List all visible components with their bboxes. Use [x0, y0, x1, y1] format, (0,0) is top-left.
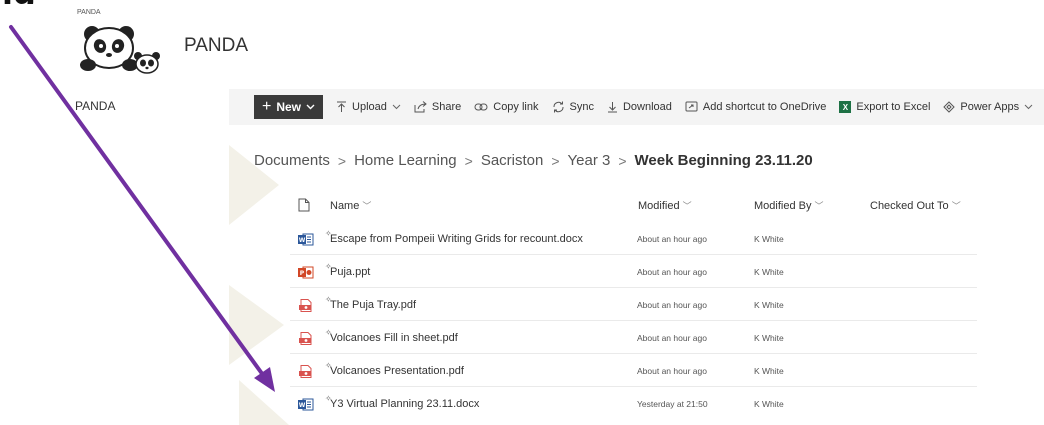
- file-row[interactable]: ✧ The Puja Tray.pdf About an hour ago K …: [290, 288, 977, 321]
- file-modified-by[interactable]: K White: [754, 300, 784, 310]
- pdf-file-icon: [299, 299, 312, 312]
- site-small-label: PANDA: [77, 9, 101, 16]
- file-modified-by[interactable]: K White: [754, 366, 784, 376]
- breadcrumb-separator: >: [618, 152, 627, 169]
- command-bar: + New Upload Share Copy link Sync Downlo…: [229, 89, 1044, 125]
- svg-text:W: W: [299, 402, 306, 409]
- export-excel-label: Export to Excel: [856, 101, 931, 113]
- site-title[interactable]: PANDA: [184, 35, 248, 57]
- power-apps-label: Power Apps: [960, 101, 1020, 113]
- breadcrumb-current-folder: Week Beginning 23.11.20: [634, 152, 813, 169]
- breadcrumb-home-learning[interactable]: Home Learning: [354, 152, 457, 169]
- new-button-label: New: [276, 100, 302, 114]
- file-row[interactable]: W ✧ Escape from Pompeii Writing Grids fo…: [290, 222, 977, 255]
- word-file-icon: W: [298, 233, 314, 246]
- file-name[interactable]: The Puja Tray.pdf: [330, 299, 416, 311]
- file-name[interactable]: Y3 Virtual Planning 23.11.docx: [330, 398, 479, 410]
- leftnav-item-panda[interactable]: PANDA: [75, 99, 115, 113]
- add-shortcut-button[interactable]: Add shortcut to OneDrive: [685, 101, 827, 113]
- column-header-row: Name ﹀ Modified ﹀ Modified By ﹀ Checked Out…: [290, 195, 1010, 217]
- download-label: Download: [622, 101, 672, 113]
- panda-logo[interactable]: [74, 18, 174, 74]
- add-shortcut-label: Add shortcut to OneDrive: [702, 101, 827, 113]
- shortcut-icon: [685, 101, 698, 112]
- sync-label: Sync: [569, 101, 594, 113]
- file-row[interactable]: ✧ Volcanoes Presentation.pdf About an ho…: [290, 354, 977, 387]
- svg-text:P: P: [300, 270, 305, 277]
- file-name[interactable]: Volcanoes Presentation.pdf: [330, 365, 464, 377]
- file-modified: About an hour ago: [637, 234, 707, 244]
- upload-label: Upload: [352, 101, 387, 113]
- share-icon: [414, 101, 427, 113]
- file-modified-by[interactable]: K White: [754, 333, 784, 343]
- left-navigation: PANDA: [75, 99, 115, 113]
- file-modified-by[interactable]: K White: [754, 267, 784, 277]
- breadcrumb-separator: >: [337, 152, 347, 169]
- breadcrumb-separator: >: [464, 152, 473, 169]
- share-button[interactable]: Share: [414, 101, 461, 113]
- svg-text:W: W: [299, 237, 306, 244]
- file-modified: About an hour ago: [637, 333, 707, 343]
- file-modified: About an hour ago: [637, 366, 707, 376]
- file-modified: About an hour ago: [637, 267, 707, 277]
- file-modified: About an hour ago: [637, 300, 707, 310]
- chevron-down-icon: [392, 104, 401, 110]
- plus-icon: +: [262, 98, 272, 115]
- power-apps-icon: [943, 101, 956, 113]
- power-apps-button[interactable]: Power Apps: [943, 101, 1033, 113]
- sync-icon: [552, 101, 564, 113]
- column-name[interactable]: Name ﹀: [330, 199, 371, 212]
- file-name[interactable]: Puja.ppt: [330, 266, 370, 278]
- file-row[interactable]: ✧ Volcanoes Fill in sheet.pdf About an h…: [290, 321, 977, 354]
- copy-link-label: Copy link: [493, 101, 539, 113]
- powerpoint-file-icon: P: [298, 266, 314, 279]
- download-icon: [607, 102, 617, 113]
- column-modified-by[interactable]: Modified By ﹀: [754, 199, 824, 212]
- share-label: Share: [431, 101, 462, 113]
- column-modified[interactable]: Modified ﹀: [638, 199, 692, 212]
- pdf-file-icon: [299, 332, 312, 345]
- breadcrumb: Documents > Home Learning > Sacriston > …: [254, 152, 813, 169]
- file-row[interactable]: W ✧ Y3 Virtual Planning 23.11.docx Yeste…: [290, 387, 977, 420]
- background-watermark: [229, 145, 289, 425]
- sync-button[interactable]: Sync: [552, 101, 594, 113]
- file-name[interactable]: Volcanoes Fill in sheet.pdf: [330, 332, 458, 344]
- breadcrumb-separator: >: [551, 152, 560, 169]
- download-button[interactable]: Download: [607, 101, 672, 113]
- file-type-icon[interactable]: [298, 198, 310, 212]
- cropped-heading: ig: [0, 0, 1044, 4]
- breadcrumb-year-3[interactable]: Year 3: [568, 152, 611, 169]
- file-modified-by[interactable]: K White: [754, 234, 784, 244]
- breadcrumb-sacriston[interactable]: Sacriston: [481, 152, 544, 169]
- new-button[interactable]: + New: [254, 95, 324, 119]
- word-file-icon: W: [298, 398, 314, 411]
- chevron-down-icon: [306, 104, 315, 110]
- file-row[interactable]: P ✧ Puja.ppt About an hour ago K White: [290, 255, 977, 288]
- upload-icon: [337, 101, 347, 112]
- upload-button[interactable]: Upload: [336, 101, 401, 113]
- file-name[interactable]: Escape from Pompeii Writing Grids for re…: [330, 233, 583, 245]
- file-modified: Yesterday at 21:50: [637, 399, 708, 409]
- breadcrumb-documents[interactable]: Documents: [254, 152, 330, 169]
- pdf-file-icon: [299, 365, 312, 378]
- chevron-down-icon: [1024, 104, 1033, 110]
- file-modified-by[interactable]: K White: [754, 399, 784, 409]
- excel-icon: X: [839, 101, 852, 113]
- export-excel-button[interactable]: X Export to Excel: [839, 101, 930, 113]
- column-checked-out-to[interactable]: Checked Out To ﹀: [870, 199, 961, 212]
- copy-link-button[interactable]: Copy link: [474, 101, 539, 113]
- link-icon: [474, 103, 488, 111]
